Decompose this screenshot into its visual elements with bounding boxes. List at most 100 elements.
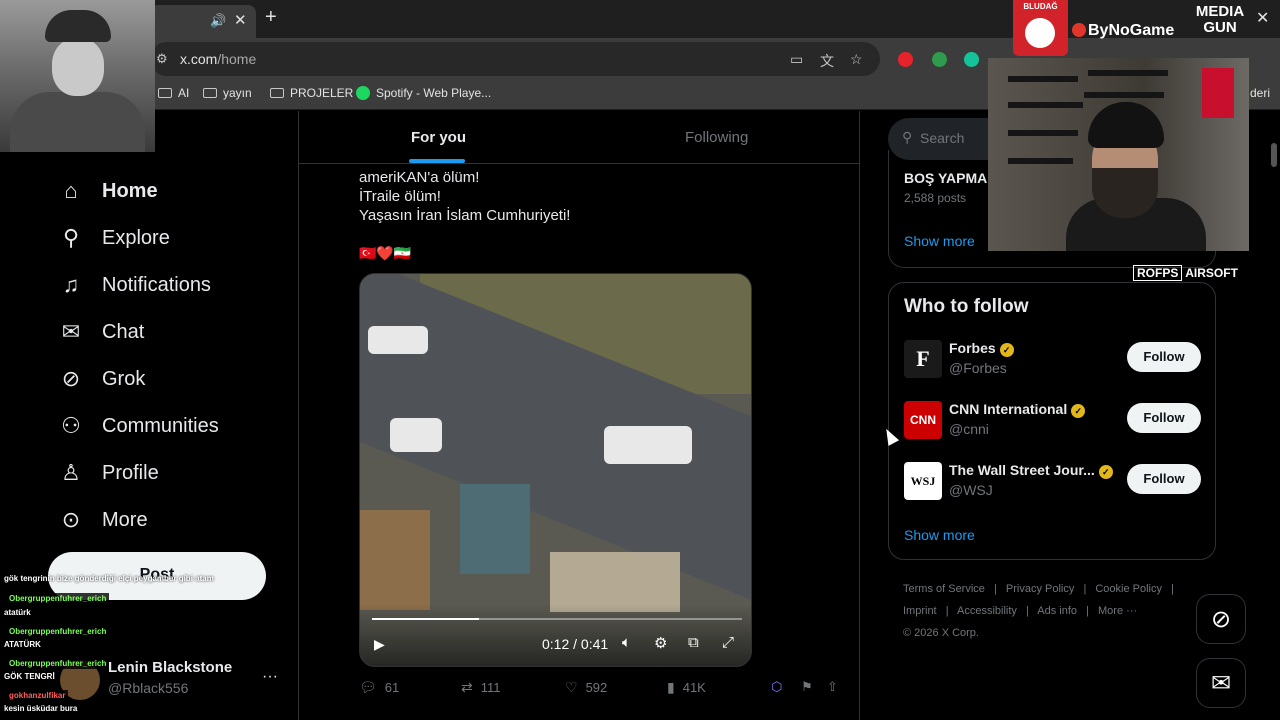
grok-fab-button[interactable]: ⊘ <box>1196 594 1246 644</box>
footer-terms[interactable]: Terms of Service <box>903 583 985 595</box>
nav-home[interactable]: ⌂ Home <box>58 176 157 206</box>
page-scrollbar[interactable] <box>1268 111 1280 720</box>
play-icon[interactable]: ▶ <box>374 636 385 653</box>
follow-button[interactable]: Follow <box>1127 403 1201 433</box>
nav-label: Chat <box>102 320 145 343</box>
fullscreen-icon[interactable]: ⤢ <box>722 634 734 651</box>
bookmark-ai[interactable]: AI <box>158 86 189 100</box>
portrait-face <box>52 38 104 96</box>
follow-button[interactable]: Follow <box>1127 464 1201 494</box>
tab-for-you[interactable]: For you <box>411 129 466 146</box>
like-button[interactable]: ♡ 592 <box>565 679 607 696</box>
reply-button[interactable]: 💬︎ 61 <box>359 679 399 696</box>
views-button[interactable]: ▮ 41K <box>667 679 706 696</box>
suggested-account[interactable]: CNN CNN International ✓ @cnni Follow <box>904 401 1202 441</box>
people-icon: ⚇ <box>61 413 81 438</box>
suggested-account[interactable]: WSJ The Wall Street Jour... ✓ @WSJ Follow <box>904 462 1202 502</box>
webcam-rack <box>1088 70 1168 76</box>
footer-ads-info[interactable]: Ads info <box>1037 605 1077 617</box>
extension-green-icon[interactable] <box>932 52 947 67</box>
window-close-button[interactable]: ✕ <box>1256 8 1269 28</box>
account-name: CNN International ✓ <box>949 401 1086 418</box>
nav-chat[interactable]: ✉ Chat <box>58 317 144 347</box>
video-frame-crates <box>360 510 430 610</box>
folder-icon <box>270 88 284 98</box>
follow-button[interactable]: Follow <box>1127 342 1201 372</box>
nav-grok[interactable]: ⊘ Grok <box>58 364 146 394</box>
scrollbar-thumb[interactable] <box>1271 143 1277 167</box>
bookmark-overflow[interactable]: deri <box>1250 86 1270 100</box>
views-icon: ▮ <box>667 679 675 695</box>
trend-name[interactable]: BOŞ YAPMA <box>904 170 987 186</box>
bynogame-icon <box>1072 23 1086 37</box>
reply-icon: 💬︎ <box>359 679 377 695</box>
streamer-webcam <box>988 58 1249 251</box>
nav-label: Profile <box>102 461 159 484</box>
nav-label: Communities <box>102 414 219 437</box>
repost-icon: ⇄ <box>461 679 473 695</box>
nav-more[interactable]: ⊙ More <box>58 505 148 535</box>
suggested-account[interactable]: F Forbes ✓ @Forbes Follow <box>904 340 1202 380</box>
post-actions: 💬︎ 61 ⇄ 111 ♡ 592 ▮ 41K ⬡ ⚑ ⇧ <box>359 679 839 699</box>
active-tab-indicator <box>409 159 465 163</box>
who-to-follow-panel: Who to follow F Forbes ✓ @Forbes Follow C… <box>888 282 1216 560</box>
bookmark-yayin[interactable]: yayın <box>203 86 252 100</box>
url-text[interactable]: x.com/home <box>180 51 256 67</box>
footer-separator: | <box>945 605 949 617</box>
install-app-icon[interactable]: ▭ <box>790 51 803 68</box>
account-more-icon[interactable]: ··· <box>262 668 278 686</box>
bookmark-spotify[interactable]: Spotify - Web Playe... <box>356 86 491 100</box>
footer-separator: | <box>993 583 997 595</box>
footer-cookie[interactable]: Cookie Policy <box>1095 583 1162 595</box>
settings-icon[interactable]: ⚙ <box>654 634 667 652</box>
nav-label: More <box>102 508 148 531</box>
grammarly-icon[interactable] <box>964 52 979 67</box>
footer-more[interactable]: More ··· <box>1098 605 1137 617</box>
new-tab-button[interactable]: + <box>265 6 277 29</box>
post-emoji: 🇹🇷❤️🇮🇷 <box>359 245 412 261</box>
nav-notifications[interactable]: ♫ Notifications <box>58 270 211 300</box>
account-name: The Wall Street Jour... ✓ <box>949 462 1113 479</box>
show-more-link[interactable]: Show more <box>904 233 975 249</box>
address-bar[interactable]: ⚙ x.com/home ▭ 文 ☆ <box>150 42 880 76</box>
footer-links: Terms of Service | Privacy Policy | Cook… <box>903 578 1203 644</box>
footer-accessibility[interactable]: Accessibility <box>957 605 1017 617</box>
site-info-icon[interactable]: ⚙ <box>156 51 168 67</box>
messages-fab-button[interactable]: ✉ <box>1196 658 1246 708</box>
webcam-rack <box>1084 92 1164 98</box>
nav-profile[interactable]: ♙ Profile <box>58 458 159 488</box>
post-text-line: Yaşasın İran İslam Cumhuriyeti! <box>359 207 571 224</box>
verified-badge-icon: ✓ <box>1071 404 1086 418</box>
account-handle: @Rblack556 <box>108 680 189 696</box>
post-video[interactable]: ▶ 0:12 / 0:41 🔈︎ ⚙ ⧉ ⤢ <box>359 273 752 667</box>
search-placeholder: Search <box>920 130 965 146</box>
webcam-flag <box>1202 68 1234 118</box>
account-avatar: F <box>904 340 942 378</box>
bookmark-star-icon[interactable]: ☆ <box>850 51 863 68</box>
bookmark-icon[interactable]: ⚑ <box>801 679 813 695</box>
browser-tab[interactable]: 🔊 ✕ <box>150 5 256 38</box>
tab-close-icon[interactable]: ✕ <box>234 11 247 29</box>
folder-icon <box>158 88 172 98</box>
volume-icon[interactable]: 🔈︎ <box>622 634 631 651</box>
repost-button[interactable]: ⇄ 111 <box>461 679 501 696</box>
verified-badge-icon: ✓ <box>1098 465 1113 479</box>
nav-explore[interactable]: ⚲ Explore <box>58 223 170 253</box>
share-icon[interactable]: ⇧ <box>827 679 838 695</box>
extension-red-icon[interactable] <box>898 52 913 67</box>
tab-audio-icon[interactable]: 🔊 <box>210 13 226 29</box>
footer-privacy[interactable]: Privacy Policy <box>1006 583 1074 595</box>
pip-icon[interactable]: ⧉ <box>688 634 699 651</box>
portrait-overlay <box>0 0 155 152</box>
grok-analyze-icon[interactable]: ⬡ <box>771 679 782 695</box>
nav-communities[interactable]: ⚇ Communities <box>58 411 219 441</box>
bookmark-projeler[interactable]: PROJELER <box>270 86 353 100</box>
footer-imprint[interactable]: Imprint <box>903 605 937 617</box>
grok-icon: ⊘ <box>1210 605 1232 633</box>
translate-icon[interactable]: 文 <box>820 51 834 71</box>
show-more-link[interactable]: Show more <box>904 527 975 543</box>
folder-icon <box>203 88 217 98</box>
heart-icon: ♡ <box>565 679 578 695</box>
video-progress-bar[interactable] <box>372 618 742 620</box>
tab-following[interactable]: Following <box>685 129 748 146</box>
